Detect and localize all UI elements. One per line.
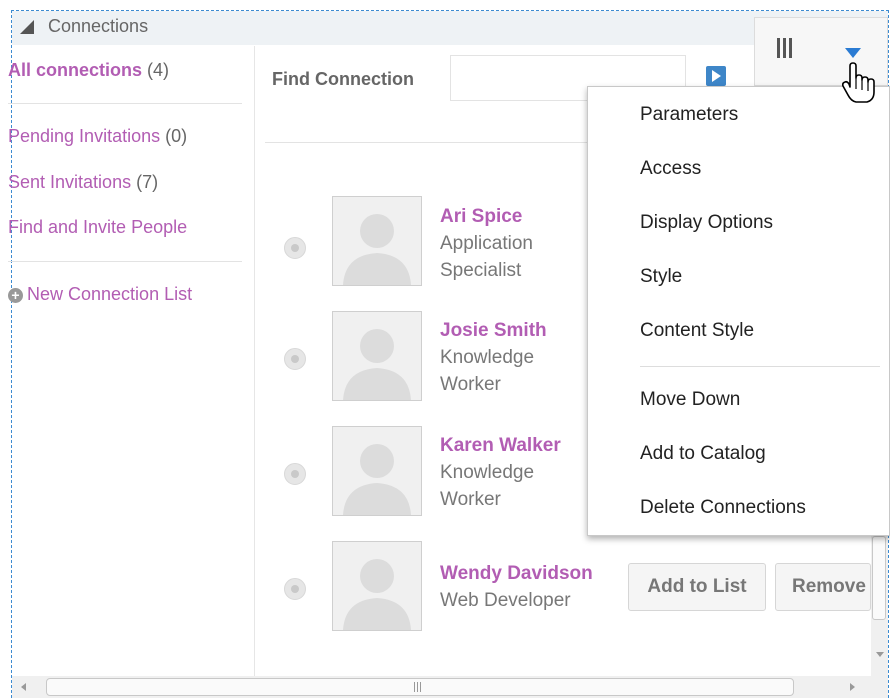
- scroll-right-arrow-icon[interactable]: [850, 683, 855, 691]
- columns-icon[interactable]: [777, 38, 793, 58]
- menu-item-delete-connections[interactable]: Delete Connections: [640, 497, 806, 519]
- sidebar-item-count: (0): [165, 126, 188, 146]
- sidebar-item-pending-invitations[interactable]: Pending Invitations (0): [8, 126, 187, 147]
- search-go-button[interactable]: [706, 66, 726, 86]
- avatar[interactable]: [332, 196, 422, 286]
- vertical-scroll-thumb[interactable]: [872, 536, 886, 620]
- hand-pointer-icon: [842, 62, 875, 103]
- connection-name[interactable]: Wendy Davidson: [440, 563, 593, 585]
- new-connection-list-label: New Connection List: [27, 284, 193, 304]
- connection-name[interactable]: Josie Smith: [440, 320, 547, 342]
- scroll-left-arrow-icon[interactable]: [21, 683, 26, 691]
- sidebar-item-sent-invitations[interactable]: Sent Invitations (7): [8, 172, 158, 193]
- dropdown-arrow-icon[interactable]: [845, 48, 861, 58]
- new-connection-list-link[interactable]: + New Connection List: [8, 284, 192, 305]
- menu-item-display-options[interactable]: Display Options: [640, 212, 773, 234]
- connection-role-line1: Knowledge: [440, 347, 535, 368]
- scroll-down-arrow-icon[interactable]: [876, 652, 884, 657]
- menu-item-add-to-catalog[interactable]: Add to Catalog: [640, 443, 766, 465]
- panel-title: Connections: [48, 16, 149, 36]
- menu-item-parameters[interactable]: Parameters: [640, 104, 738, 126]
- plus-circle-icon: +: [8, 287, 23, 303]
- avatar[interactable]: [332, 311, 422, 401]
- actions-menu: Parameters Access Display Options Style …: [587, 86, 890, 536]
- sidebar-item-count: (4): [147, 60, 170, 80]
- sidebar-item-find-invite-people[interactable]: Find and Invite People: [8, 217, 187, 238]
- connection-role-line2: Specialist: [440, 260, 522, 281]
- select-radio[interactable]: [284, 237, 306, 259]
- connection-role-line1: Knowledge: [440, 462, 535, 483]
- sidebar-item-label: Find and Invite People: [8, 217, 188, 237]
- scroll-grip-icon: [413, 682, 423, 692]
- sidebar-item-count: (7): [136, 172, 159, 192]
- connection-name[interactable]: Ari Spice: [440, 206, 522, 228]
- select-radio[interactable]: [284, 348, 306, 370]
- menu-item-content-style[interactable]: Content Style: [640, 320, 754, 342]
- menu-item-move-down[interactable]: Move Down: [640, 389, 740, 411]
- sidebar-divider: [8, 261, 242, 262]
- sidebar-item-label: All connections: [8, 60, 143, 80]
- select-radio[interactable]: [284, 578, 306, 600]
- remove-button[interactable]: Remove: [775, 563, 871, 611]
- sidebar-item-label: Pending Invitations: [8, 126, 161, 146]
- avatar[interactable]: [332, 541, 422, 631]
- person-silhouette-icon: [343, 329, 411, 400]
- menu-item-style[interactable]: Style: [640, 266, 682, 288]
- connection-role-line1: Application: [440, 233, 533, 254]
- collapse-triangle-icon[interactable]: [20, 20, 34, 34]
- add-to-list-button[interactable]: Add to List: [628, 563, 766, 611]
- sidebar-divider: [8, 103, 242, 104]
- connection-role-line2: Worker: [440, 489, 501, 510]
- person-silhouette-icon: [343, 214, 411, 285]
- find-connection-label: Find Connection: [272, 69, 414, 89]
- select-radio[interactable]: [284, 463, 306, 485]
- sidebar-item-all-connections[interactable]: All connections (4): [8, 60, 169, 81]
- connection-role-line2: Worker: [440, 374, 501, 395]
- menu-item-access[interactable]: Access: [640, 158, 701, 180]
- connection-role-line1: Web Developer: [440, 590, 571, 611]
- person-silhouette-icon: [343, 559, 411, 630]
- avatar[interactable]: [332, 426, 422, 516]
- menu-divider: [640, 366, 880, 367]
- sidebar-item-label: Sent Invitations: [8, 172, 132, 192]
- connection-name[interactable]: Karen Walker: [440, 435, 561, 457]
- person-silhouette-icon: [343, 444, 411, 515]
